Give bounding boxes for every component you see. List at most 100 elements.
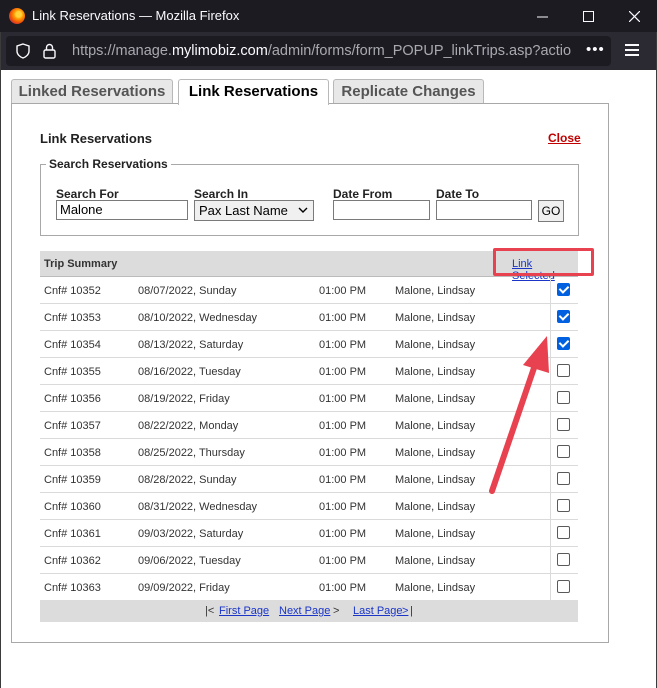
- column-divider: [550, 277, 551, 304]
- column-divider: [550, 304, 551, 331]
- pager-right-bracket: |: [410, 605, 413, 617]
- window-titlebar: Link Reservations — Mozilla Firefox: [0, 0, 657, 32]
- passenger-name: Malone, Lindsay: [395, 339, 476, 351]
- trip-time: 01:00 PM: [319, 582, 367, 594]
- last-page-glyph[interactable]: >: [402, 605, 408, 617]
- trip-date: 08/16/2022, Tuesday: [138, 366, 241, 378]
- table-row: Cnf# 10361 09/03/2022, Saturday 01:00 PM Ma…: [40, 520, 578, 547]
- next-page-glyph: >: [333, 605, 340, 617]
- column-divider: [550, 574, 551, 601]
- date-from-input[interactable]: [333, 200, 430, 220]
- trip-time: 01:00 PM: [319, 474, 367, 486]
- search-in-value: Pax Last Name: [199, 203, 288, 218]
- close-link[interactable]: Close: [548, 131, 581, 145]
- select-checkbox[interactable]: [557, 553, 570, 566]
- trip-time: 01:00 PM: [319, 528, 367, 540]
- go-button[interactable]: GO: [538, 200, 564, 222]
- date-from-label: Date From: [333, 187, 393, 201]
- url-bar[interactable]: https://manage.mylimobiz.com/admin/forms…: [6, 36, 611, 66]
- link-reservations-panel: Link Reservations Close Search Reservati…: [11, 103, 609, 643]
- search-in-label: Search In: [194, 187, 249, 201]
- column-divider: [550, 331, 551, 358]
- shield-icon[interactable]: [16, 43, 30, 62]
- panel-title: Link Reservations: [40, 131, 152, 146]
- tab-replicate-changes[interactable]: Replicate Changes: [333, 79, 484, 104]
- page-actions-button[interactable]: •••: [586, 41, 605, 58]
- select-checkbox[interactable]: [557, 418, 570, 431]
- table-row: Cnf# 10354 08/13/2022, Saturday 01:00 PM Ma…: [40, 331, 578, 358]
- passenger-name: Malone, Lindsay: [395, 447, 476, 459]
- trip-time: 01:00 PM: [319, 555, 367, 567]
- confirmation-number: Cnf# 10362: [44, 555, 101, 567]
- trip-time: 01:00 PM: [319, 501, 367, 513]
- select-checkbox[interactable]: [557, 364, 570, 377]
- maximize-icon: [582, 10, 594, 22]
- table-row: Cnf# 10352 08/07/2022, Sunday 01:00 PM Malo…: [40, 277, 578, 304]
- url-text[interactable]: https://manage.mylimobiz.com/admin/forms…: [72, 43, 572, 59]
- trip-time: 01:00 PM: [319, 312, 367, 324]
- select-checkbox[interactable]: [557, 337, 570, 350]
- table-row: Cnf# 10359 08/28/2022, Sunday 01:00 PM Malo…: [40, 466, 578, 493]
- passenger-name: Malone, Lindsay: [395, 285, 476, 297]
- tab-linked-reservations[interactable]: Linked Reservations: [11, 79, 173, 104]
- minimize-button[interactable]: [519, 0, 565, 32]
- table-row: Cnf# 10362 09/06/2022, Tuesday 01:00 PM Mal…: [40, 547, 578, 574]
- menu-icon[interactable]: [625, 44, 639, 59]
- passenger-name: Malone, Lindsay: [395, 582, 476, 594]
- confirmation-number: Cnf# 10356: [44, 393, 101, 405]
- trip-date: 08/13/2022, Saturday: [138, 339, 244, 351]
- column-divider: [550, 385, 551, 412]
- trip-date: 08/31/2022, Wednesday: [138, 501, 258, 513]
- trip-time: 01:00 PM: [319, 339, 367, 351]
- url-path: /admin/forms/form_POPUP_linkTrips.asp?ac…: [267, 43, 572, 59]
- passenger-name: Malone, Lindsay: [395, 312, 476, 324]
- lock-icon[interactable]: [43, 43, 56, 62]
- confirmation-number: Cnf# 10358: [44, 447, 101, 459]
- date-to-input[interactable]: [436, 200, 532, 220]
- select-checkbox[interactable]: [557, 499, 570, 512]
- trip-date: 09/09/2022, Friday: [138, 582, 230, 594]
- passenger-name: Malone, Lindsay: [395, 366, 476, 378]
- pager: |< First Page Next Page > Last Page > |: [40, 600, 578, 622]
- close-window-button[interactable]: [611, 0, 657, 32]
- url-prefix: https://manage.: [72, 43, 172, 59]
- trip-time: 01:00 PM: [319, 285, 367, 297]
- table-row: Cnf# 10356 08/19/2022, Friday 01:00 PM Malo…: [40, 385, 578, 412]
- trip-time: 01:00 PM: [319, 447, 367, 459]
- select-checkbox[interactable]: [557, 391, 570, 404]
- trip-date: 08/22/2022, Monday: [138, 420, 239, 432]
- passenger-name: Malone, Lindsay: [395, 555, 476, 567]
- column-divider: [550, 412, 551, 439]
- tab-link-reservations[interactable]: Link Reservations: [178, 79, 329, 105]
- search-reservations-fieldset: Search Reservations Search For Malone Se…: [40, 157, 579, 236]
- confirmation-number: Cnf# 10361: [44, 528, 101, 540]
- column-divider: [550, 520, 551, 547]
- next-page-link[interactable]: Next Page: [279, 605, 330, 617]
- confirmation-number: Cnf# 10359: [44, 474, 101, 486]
- select-checkbox[interactable]: [557, 472, 570, 485]
- select-checkbox[interactable]: [557, 526, 570, 539]
- pager-left-bracket: |<: [205, 605, 215, 617]
- passenger-name: Malone, Lindsay: [395, 393, 476, 405]
- trip-date: 09/06/2022, Tuesday: [138, 555, 241, 567]
- confirmation-number: Cnf# 10357: [44, 420, 101, 432]
- search-reservations-legend: Search Reservations: [46, 157, 171, 171]
- trip-summary-title: Trip Summary: [44, 258, 118, 270]
- trip-date: 08/25/2022, Thursday: [138, 447, 245, 459]
- passenger-name: Malone, Lindsay: [395, 420, 476, 432]
- search-in-select[interactable]: Pax Last Name: [194, 200, 314, 221]
- first-page-link[interactable]: First Page: [219, 605, 269, 617]
- column-divider: [550, 439, 551, 466]
- maximize-button[interactable]: [565, 0, 611, 32]
- confirmation-number: Cnf# 10353: [44, 312, 101, 324]
- passenger-name: Malone, Lindsay: [395, 501, 476, 513]
- select-checkbox[interactable]: [557, 445, 570, 458]
- select-checkbox[interactable]: [557, 283, 570, 296]
- search-for-input[interactable]: Malone: [56, 200, 188, 220]
- confirmation-number: Cnf# 10354: [44, 339, 101, 351]
- last-page-link[interactable]: Last Page: [353, 605, 403, 617]
- passenger-name: Malone, Lindsay: [395, 528, 476, 540]
- select-checkbox[interactable]: [557, 310, 570, 323]
- select-checkbox[interactable]: [557, 580, 570, 593]
- url-domain: mylimobiz.com: [171, 43, 268, 59]
